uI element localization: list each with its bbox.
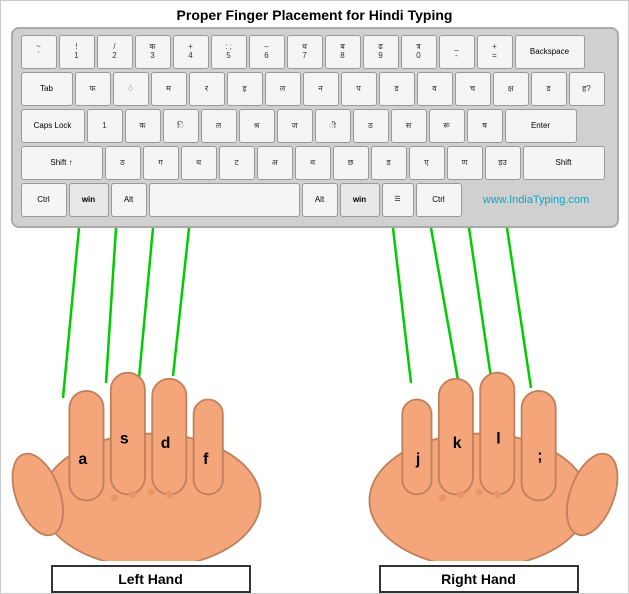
svg-text:k: k [452,435,461,452]
key-comma[interactable]: ड [371,146,407,180]
left-hand-label: Left Hand [51,565,251,593]
keyboard-row-3: Caps Lock 1 क ि ल श्र ज ी ठ स रू ष Enter [21,109,609,143]
right-hand-svg: j k l ; [339,324,619,561]
key-semicolon[interactable]: रू [429,109,465,143]
website-label: www.IndiaTyping.com [464,194,609,206]
keyboard: ~` !1 /2 क3 +4 : ;5 –6 ध7 ब8 ढ9 त्र0 _- … [11,27,619,228]
key-f[interactable]: ल [201,109,237,143]
key-c[interactable]: थ [181,146,217,180]
svg-text:;: ; [537,447,542,464]
key-enter[interactable]: Enter [505,109,577,143]
key-shift-extra[interactable]: ड़उ [485,146,521,180]
key-n[interactable]: थ [295,146,331,180]
key-6[interactable]: –6 [249,35,285,69]
key-bracket-l[interactable]: च [455,72,491,106]
key-0[interactable]: त्र0 [401,35,437,69]
right-hand-section: j k l ; Right Hand [339,324,619,593]
key-o[interactable]: ड [379,72,415,106]
key-backtick[interactable]: ~` [21,35,57,69]
key-b[interactable]: अ [257,146,293,180]
key-alt-right[interactable]: Alt [302,183,338,217]
key-d[interactable]: ि [163,109,199,143]
key-space[interactable] [149,183,300,217]
keyboard-row-5: Ctrl win Alt Alt win ☰ Ctrl www.IndiaTyp… [21,183,609,217]
svg-text:s: s [119,430,128,447]
key-shift-right[interactable]: Shift [523,146,605,180]
key-a[interactable]: 1 [87,109,123,143]
key-p[interactable]: व [417,72,453,106]
key-k[interactable]: ठ [353,109,389,143]
key-v[interactable]: ट [219,146,255,180]
left-hand-svg: a s d f [11,324,291,561]
svg-text:j: j [414,451,419,468]
key-1[interactable]: !1 [59,35,95,69]
key-menu[interactable]: ☰ [382,183,414,217]
key-period[interactable]: ए [409,146,445,180]
key-7[interactable]: ध7 [287,35,323,69]
page-title: Proper Finger Placement for Hindi Typing [177,1,453,27]
key-ctrl-left[interactable]: Ctrl [21,183,67,217]
key-5[interactable]: : ;5 [211,35,247,69]
key-i[interactable]: प [341,72,377,106]
key-tab[interactable]: Tab [21,72,73,106]
key-2[interactable]: /2 [97,35,133,69]
main-container: Proper Finger Placement for Hindi Typing… [0,0,629,594]
key-shift-left[interactable]: Shift ↑ [21,146,103,180]
key-s[interactable]: क [125,109,161,143]
keyboard-row-2: Tab फ ं म र इ ल न प ड व च क्ष ड ह? [21,72,609,106]
key-backspace[interactable]: Backspace [515,35,585,69]
svg-text:f: f [203,451,209,468]
key-z[interactable]: ठ [105,146,141,180]
svg-text:l: l [496,430,500,447]
key-m[interactable]: छ [333,146,369,180]
key-bracket-r[interactable]: क्ष [493,72,529,106]
key-h[interactable]: ज [277,109,313,143]
key-minus[interactable]: _- [439,35,475,69]
key-4[interactable]: +4 [173,35,209,69]
key-quote[interactable]: ष [467,109,503,143]
svg-text:a: a [78,451,87,468]
key-9[interactable]: ढ9 [363,35,399,69]
key-l[interactable]: स [391,109,427,143]
key-q[interactable]: फ [75,72,111,106]
key-backslash[interactable]: ड [531,72,567,106]
key-capslock[interactable]: Caps Lock [21,109,85,143]
key-r[interactable]: र [189,72,225,106]
key-3[interactable]: क3 [135,35,171,69]
key-t[interactable]: इ [227,72,263,106]
key-8[interactable]: ब8 [325,35,361,69]
key-win-right[interactable]: win [340,183,380,217]
key-g[interactable]: श्र [239,109,275,143]
left-hand-section: a s d f Left Hand [11,324,291,593]
svg-text:d: d [160,435,170,452]
key-x[interactable]: ग [143,146,179,180]
key-ctrl-right[interactable]: Ctrl [416,183,462,217]
key-u[interactable]: न [303,72,339,106]
key-win-left[interactable]: win [69,183,109,217]
keyboard-row-4: Shift ↑ ठ ग थ ट अ थ छ ड ए ण ड़उ Shift [21,146,609,180]
key-e[interactable]: म [151,72,187,106]
keyboard-row-1: ~` !1 /2 क3 +4 : ;5 –6 ध7 ब8 ढ9 त्र0 _- … [21,35,609,69]
key-alt-left[interactable]: Alt [111,183,147,217]
key-w[interactable]: ं [113,72,149,106]
key-slash[interactable]: ण [447,146,483,180]
key-j[interactable]: ी [315,109,351,143]
right-hand-label: Right Hand [379,565,579,593]
key-equals[interactable]: += [477,35,513,69]
key-extra[interactable]: ह? [569,72,605,106]
key-y[interactable]: ल [265,72,301,106]
